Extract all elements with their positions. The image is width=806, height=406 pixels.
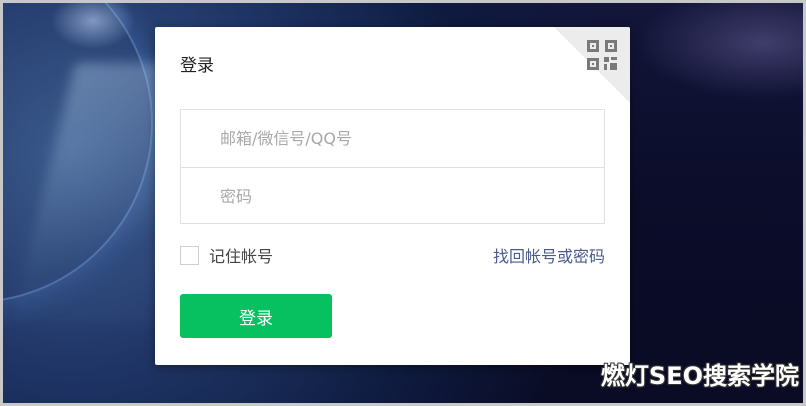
account-input[interactable] (220, 110, 604, 167)
qr-code-icon[interactable] (586, 39, 618, 71)
background-space-scene: 登录 记住帐号 找回帐号或密码 登录 燃灯SEO搜索学院 (0, 0, 806, 406)
forgot-password-link[interactable]: 找回帐号或密码 (493, 243, 605, 267)
watermark-text: 燃灯SEO搜索学院 (600, 362, 799, 390)
dialog-title: 登录 (180, 56, 214, 76)
remember-checkbox[interactable] (180, 245, 199, 265)
credentials-box (180, 109, 605, 224)
remember-account-toggle[interactable]: 记住帐号 (180, 243, 273, 267)
login-button[interactable]: 登录 (180, 294, 332, 338)
password-field-row (181, 167, 604, 224)
login-dialog: 登录 记住帐号 找回帐号或密码 登录 (155, 27, 630, 365)
remember-label: 记住帐号 (209, 247, 274, 266)
password-input[interactable] (220, 168, 604, 224)
account-field-row (181, 110, 604, 167)
